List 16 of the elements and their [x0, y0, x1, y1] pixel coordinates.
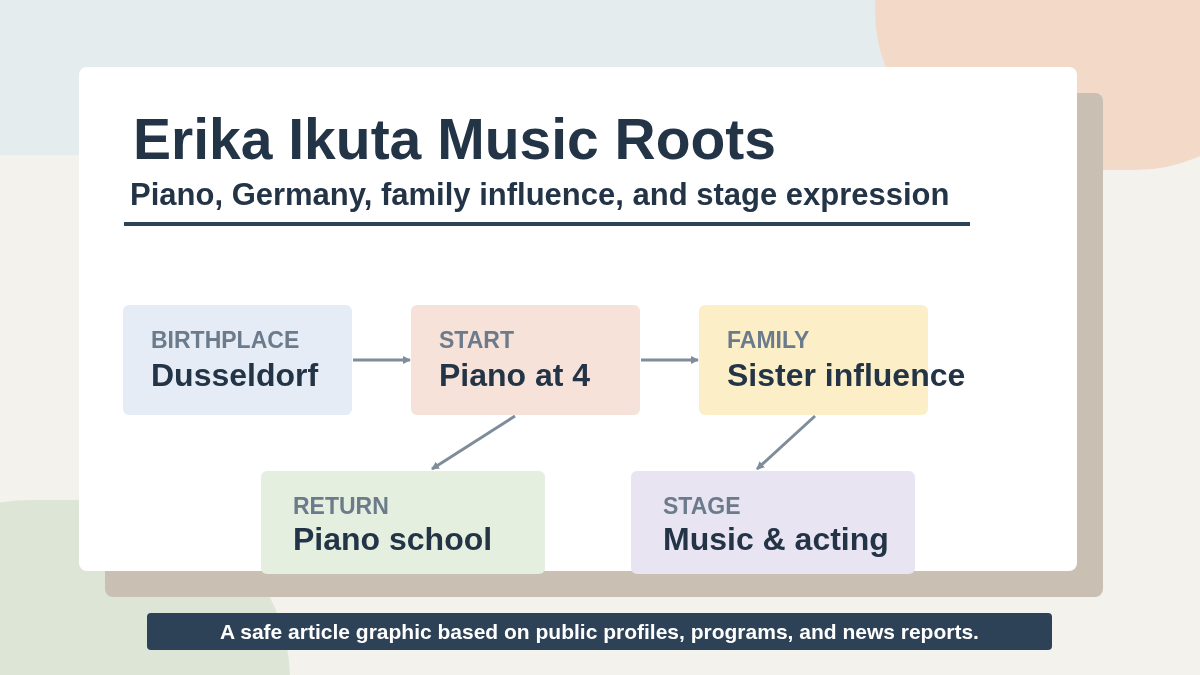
subtitle: Piano, Germany, family influence, and stage expression	[130, 176, 950, 214]
node-value: Piano at 4	[439, 357, 591, 393]
node-label: BIRTHPLACE	[151, 327, 300, 353]
node-value: Dusseldorf	[151, 357, 319, 393]
footer-banner: A safe article graphic based on public profiles, programs, and news reports.	[147, 613, 1052, 650]
arrow	[353, 356, 411, 364]
node-value: Sister influence	[727, 357, 966, 393]
node-label: FAMILY	[727, 327, 810, 353]
node-label: STAGE	[663, 493, 741, 519]
title: Erika Ikuta Music Roots	[133, 106, 776, 172]
node-value: Music & acting	[663, 521, 889, 557]
node-value: Piano school	[293, 521, 493, 557]
arrow	[641, 356, 699, 364]
arrow	[756, 414, 816, 471]
node-label: RETURN	[293, 493, 389, 519]
node-label: START	[439, 327, 514, 353]
